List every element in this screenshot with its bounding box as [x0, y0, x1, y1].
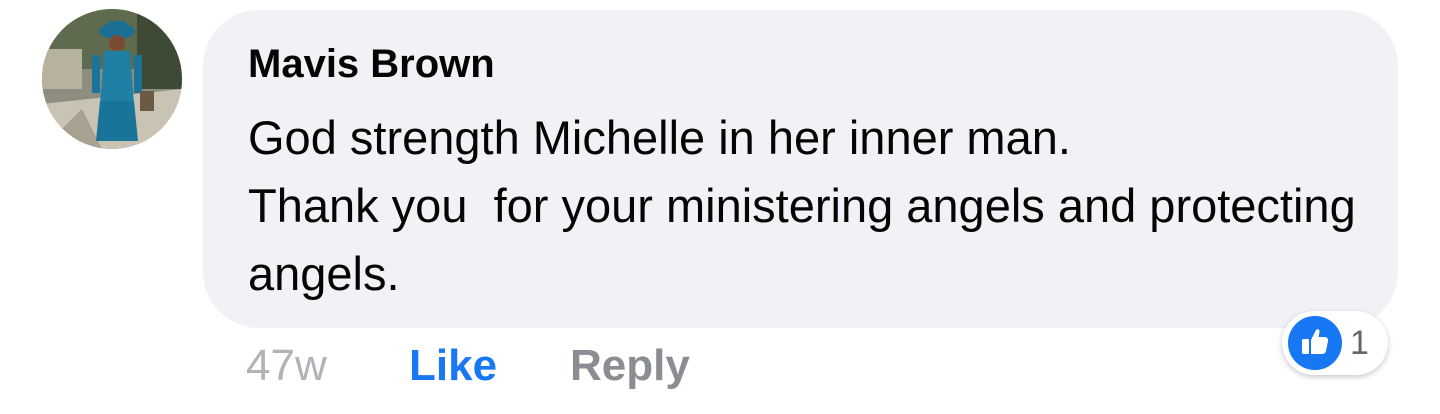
like-button[interactable]: Like [409, 338, 497, 394]
reaction-count: 1 [1350, 324, 1369, 362]
comment-timestamp[interactable]: 47w [246, 338, 327, 394]
reply-button[interactable]: Reply [570, 338, 690, 394]
comment-author[interactable]: Mavis Brown [248, 42, 495, 86]
reaction-summary[interactable]: 1 [1282, 311, 1388, 375]
thumbs-up-icon [1288, 316, 1342, 370]
comment-bubble: Mavis Brown God strength Michelle in her… [203, 10, 1398, 328]
comment-text: God strength Michelle in her inner man. … [248, 111, 1356, 300]
avatar[interactable] [42, 9, 182, 149]
